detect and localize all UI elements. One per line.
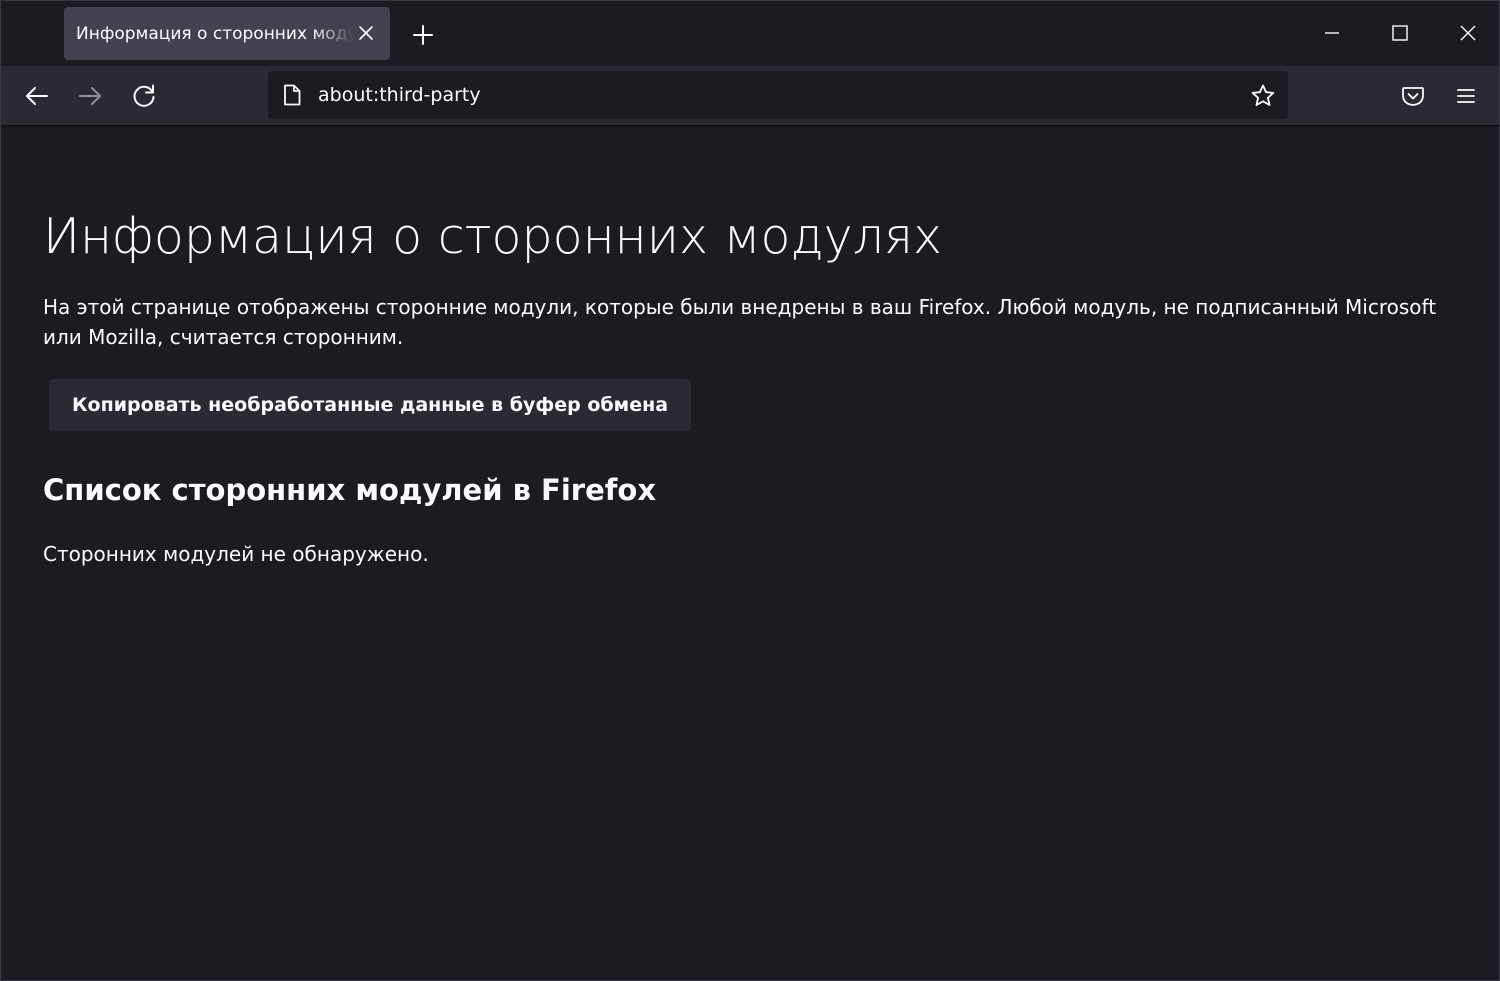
page-icon (280, 83, 304, 107)
tab-strip: Информация о сторонних модулях (1, 1, 1499, 66)
close-icon[interactable] (357, 24, 375, 42)
tab-third-party[interactable]: Информация о сторонних модулях (64, 7, 390, 60)
arrow-left-icon[interactable] (19, 78, 55, 114)
arrow-right-icon[interactable] (72, 78, 108, 114)
navigation-toolbar: about:third-party (1, 66, 1499, 126)
empty-modules-message: Сторонних модулей не обнаружено. (43, 542, 429, 566)
maximize-icon[interactable] (1382, 15, 1418, 51)
page-title: Информация о сторонних модулях (43, 208, 942, 265)
minimize-icon[interactable] (1314, 15, 1350, 51)
page-content: Информация о сторонних модулях На этой с… (1, 126, 1499, 980)
reload-icon[interactable] (126, 78, 162, 114)
url-bar[interactable]: about:third-party (268, 71, 1288, 119)
plus-icon[interactable] (406, 18, 440, 52)
close-icon[interactable] (1450, 15, 1486, 51)
pocket-icon[interactable] (1395, 78, 1431, 114)
copy-raw-data-button[interactable]: Копировать необработанные данные в буфер… (49, 379, 692, 431)
star-icon[interactable] (1250, 83, 1276, 109)
browser-window: Информация о сторонних модулях (0, 0, 1500, 981)
url-text[interactable]: about:third-party (318, 84, 481, 106)
section-title: Список сторонних модулей в Firefox (43, 473, 657, 507)
intro-text: На этой странице отображены сторонние мо… (43, 295, 1437, 349)
hamburger-menu-icon[interactable] (1448, 78, 1484, 114)
tab-title: Информация о сторонних модулях (76, 24, 354, 44)
